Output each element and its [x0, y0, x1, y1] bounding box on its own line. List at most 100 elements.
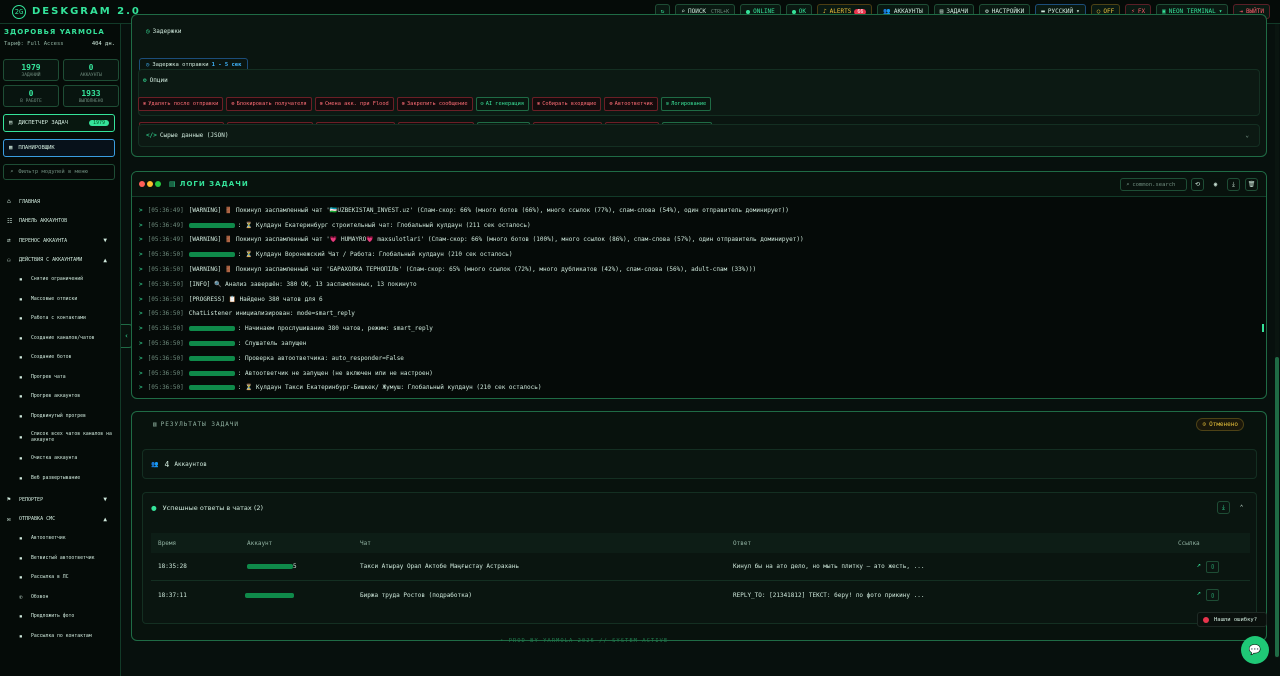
sidebar-item-label: Рассылка в ЛС — [31, 575, 69, 581]
prompt-icon: > — [139, 206, 143, 214]
chip-label: Закрепить сообщение — [406, 101, 468, 107]
log-time: [05:36:49] — [147, 206, 184, 214]
log-time: [05:36:50] — [147, 340, 184, 348]
sidebar-item-label: ГЛАВНАЯ — [19, 198, 41, 205]
copy-button[interactable]: ▯ — [1206, 589, 1219, 601]
table-row: 18:37:11 Биржа труда Ростов (подработка)… — [151, 581, 1250, 609]
planner-button[interactable]: ▦ ПЛАНИРОВЩИК — [3, 139, 115, 157]
window-close-dot-icon — [139, 181, 145, 187]
chip-switch-on-flood: ⊗ Смена акк. при Flood — [314, 97, 394, 111]
chevron-up-icon: ⌃ — [1239, 504, 1244, 511]
chip-ai-generation: ⊙ AI генерация — [475, 97, 530, 111]
logs-search-input[interactable]: ⌕ common.search — [1120, 178, 1187, 191]
status-dot-icon: ⊙ — [1202, 421, 1207, 428]
sidebar-item-chat-list[interactable]: ▪ Список всех чатов каналов на аккаунте — [0, 426, 120, 449]
sidebar-item-label: Создание каналов/чатов — [31, 335, 95, 341]
row-actions: ↗ ▯ — [1197, 589, 1219, 601]
sidebar-item-sms[interactable]: ✉ ОТПРАВКА СМС ▲ — [0, 510, 120, 530]
page-scrollbar[interactable] — [1275, 24, 1279, 658]
tariff-days: 404 дн. — [91, 41, 115, 47]
sidebar-item-contacts[interactable]: ▪ Работа с контактами — [0, 309, 120, 329]
sidebar-item-web-deploy[interactable]: ▪ Веб развертывание — [0, 469, 120, 489]
sidebar-item-remove-limits[interactable]: ▪ Снятие ограничений — [0, 270, 120, 290]
prompt-icon: > — [139, 221, 143, 229]
sidebar-item-suggest-photo[interactable]: ▪ Предложить фото — [0, 607, 120, 627]
sidebar-item-account-warmup[interactable]: ▪ Прогрев аккаунтов — [0, 387, 120, 407]
sidebar-item-create-channels[interactable]: ▪ Создание каналов/чатов — [0, 329, 120, 349]
row-actions: ↗ ▯ — [1197, 560, 1219, 573]
masked-account — [188, 326, 235, 332]
prompt-icon: > — [139, 354, 143, 362]
success-tools: ⤓ ⌃ — [1217, 501, 1248, 514]
flame-icon: ▪ — [19, 373, 23, 381]
delay-value: 1 - 5 сек — [211, 62, 242, 68]
sidebar-item-mass-unsubscribe[interactable]: ▪ Массовые отписки — [0, 290, 120, 310]
chat-fab-button[interactable]: 💬 — [1241, 636, 1269, 664]
sidebar-item-contact-mailing[interactable]: ▪ Рассылка по контактам — [0, 627, 120, 647]
logs-title: ▤ ЛОГИ ЗАДАЧИ — [169, 180, 249, 188]
success-replies-header[interactable]: ● Успешные ответы в чатах (2) — [151, 504, 263, 512]
chat-icon: ▪ — [19, 334, 23, 342]
download-logs-button[interactable]: ⤓ — [1227, 178, 1240, 191]
page-scrollbar-thumb[interactable] — [1275, 357, 1279, 657]
module-filter-input[interactable]: ⌕ Фильтр модулей в меню — [3, 164, 115, 180]
sidebar-item-account-cleanup[interactable]: ▪ Очистка аккаунта — [0, 449, 120, 469]
chip-label: Смена акк. при Flood — [324, 101, 389, 107]
copy-button[interactable]: ▯ — [1206, 560, 1219, 573]
sidebar-item-branching-autoresponder[interactable]: ▪ Ветвистый автоответчик — [0, 549, 120, 569]
options-heading: ⚙ Опции — [143, 77, 168, 84]
log-lines: > [05:36:49] [WARNING] 🚪 Покинул заспамлен… — [139, 203, 1254, 398]
log-line: > [05:36:50] [PROGRESS] 📋 Найдено 380 чато… — [139, 292, 1254, 307]
log-line: > [05:36:49] [WARNING] 🚪 Покинул заспамлен… — [139, 233, 1254, 248]
sidebar-item-account-actions[interactable]: ⚇ ДЕЙСТВИЯ С АККАУНТАМИ ▲ — [0, 251, 120, 271]
logs-scrollbar[interactable] — [1262, 324, 1264, 332]
sidebar-item-dm-mailing[interactable]: ▪ Рассылка в ЛС — [0, 568, 120, 588]
sidebar-item-reporter[interactable]: ⚑ РЕПОРТЕР ▼ — [0, 490, 120, 510]
sidebar-item-chat-warmup[interactable]: ▪ Прогрев чата — [0, 368, 120, 388]
send-icon: ✉ — [7, 515, 11, 523]
chip-label: Логирование — [671, 101, 707, 107]
clear-logs-button[interactable]: 🗑 — [1245, 178, 1258, 191]
prompt-icon: > — [139, 340, 143, 348]
sidebar-item-label: Продвинутый прогрев — [31, 413, 86, 419]
x-circle-icon: ⊗ — [231, 101, 235, 107]
log-line: > [05:36:50] [INFO] 🔍 Анализ завершён: 380… — [139, 277, 1254, 292]
log-line: > [05:36:50]: Начинаем прослушивание 380 … — [139, 321, 1254, 336]
log-text: : Автоответчик не запущен (не включен ил… — [237, 369, 433, 377]
results-title-text: РЕЗУЛЬТАТЫ ЗАДАЧИ — [160, 421, 240, 428]
sidebar-item-home[interactable]: ⌂ ГЛАВНАЯ — [0, 192, 120, 212]
download-results-button[interactable]: ⤓ — [1217, 501, 1230, 514]
report-error-button[interactable]: Нашли ошибку? — [1197, 612, 1267, 627]
sidebar-item-advanced-warmup[interactable]: ▪ Продвинутый прогрев — [0, 407, 120, 427]
col-account: Аккаунт — [247, 539, 273, 547]
sidebar-item-label: Список всех чатов каналов на аккаунте — [31, 431, 112, 443]
dispatcher-button[interactable]: ▤ ДИСПЕТЧЕР ЗАДАЧ 1979 — [3, 114, 115, 132]
sidebar-item-account-transfer[interactable]: ⇄ ПЕРЕНОС АККАУНТА ▼ — [0, 231, 120, 251]
user-title: ЗДОРОВЬЯ YARMOLA — [4, 28, 105, 36]
col-reply: Ответ — [733, 539, 752, 547]
masked-account — [188, 370, 235, 376]
stat-label: ЗАДАНИЙ — [21, 73, 41, 78]
autoscroll-button[interactable]: ⟲ — [1191, 178, 1204, 191]
sidebar-item-calls[interactable]: ✆ Обзвон — [0, 588, 120, 608]
logs-title-text: ЛОГИ ЗАДАЧИ — [179, 180, 249, 188]
external-link-icon[interactable]: ↗ — [1197, 589, 1201, 601]
log-line: > [05:36:50] ChatListener инициализирован:… — [139, 307, 1254, 322]
pause-button[interactable]: ◉ — [1209, 178, 1222, 191]
chip-block-recipient: ⊗ Блокировать получателя — [226, 97, 312, 111]
bot-icon: ▪ — [19, 354, 23, 362]
external-link-icon[interactable]: ↗ — [1197, 561, 1201, 573]
sidebar-item-autoresponder[interactable]: ▪ Автоответчик — [0, 529, 120, 549]
users-icon: ☷ — [7, 217, 13, 225]
collapse-results-button[interactable]: ⌃ — [1235, 501, 1248, 514]
sidebar-item-label: Очистка аккаунта — [31, 456, 78, 462]
photo-icon: ▪ — [19, 613, 23, 621]
raw-json-toggle[interactable]: </> Сырые данные (JSON) ⌄ — [138, 124, 1260, 147]
users-icon: 👥 — [151, 460, 159, 468]
sidebar-item-accounts-panel[interactable]: ☷ ПАНЕЛЬ АККАУНТОВ — [0, 212, 120, 232]
broom-icon: ▪ — [19, 455, 23, 463]
log-text: : ⏳ Кулдаун Воронежский Чат / Работа: Гл… — [237, 251, 513, 259]
sidebar-item-label: Прогрев аккаунтов — [31, 394, 81, 400]
sidebar-item-label: Рассылка по контактам — [31, 633, 92, 639]
sidebar-item-create-bots[interactable]: ▪ Создание ботов — [0, 348, 120, 368]
